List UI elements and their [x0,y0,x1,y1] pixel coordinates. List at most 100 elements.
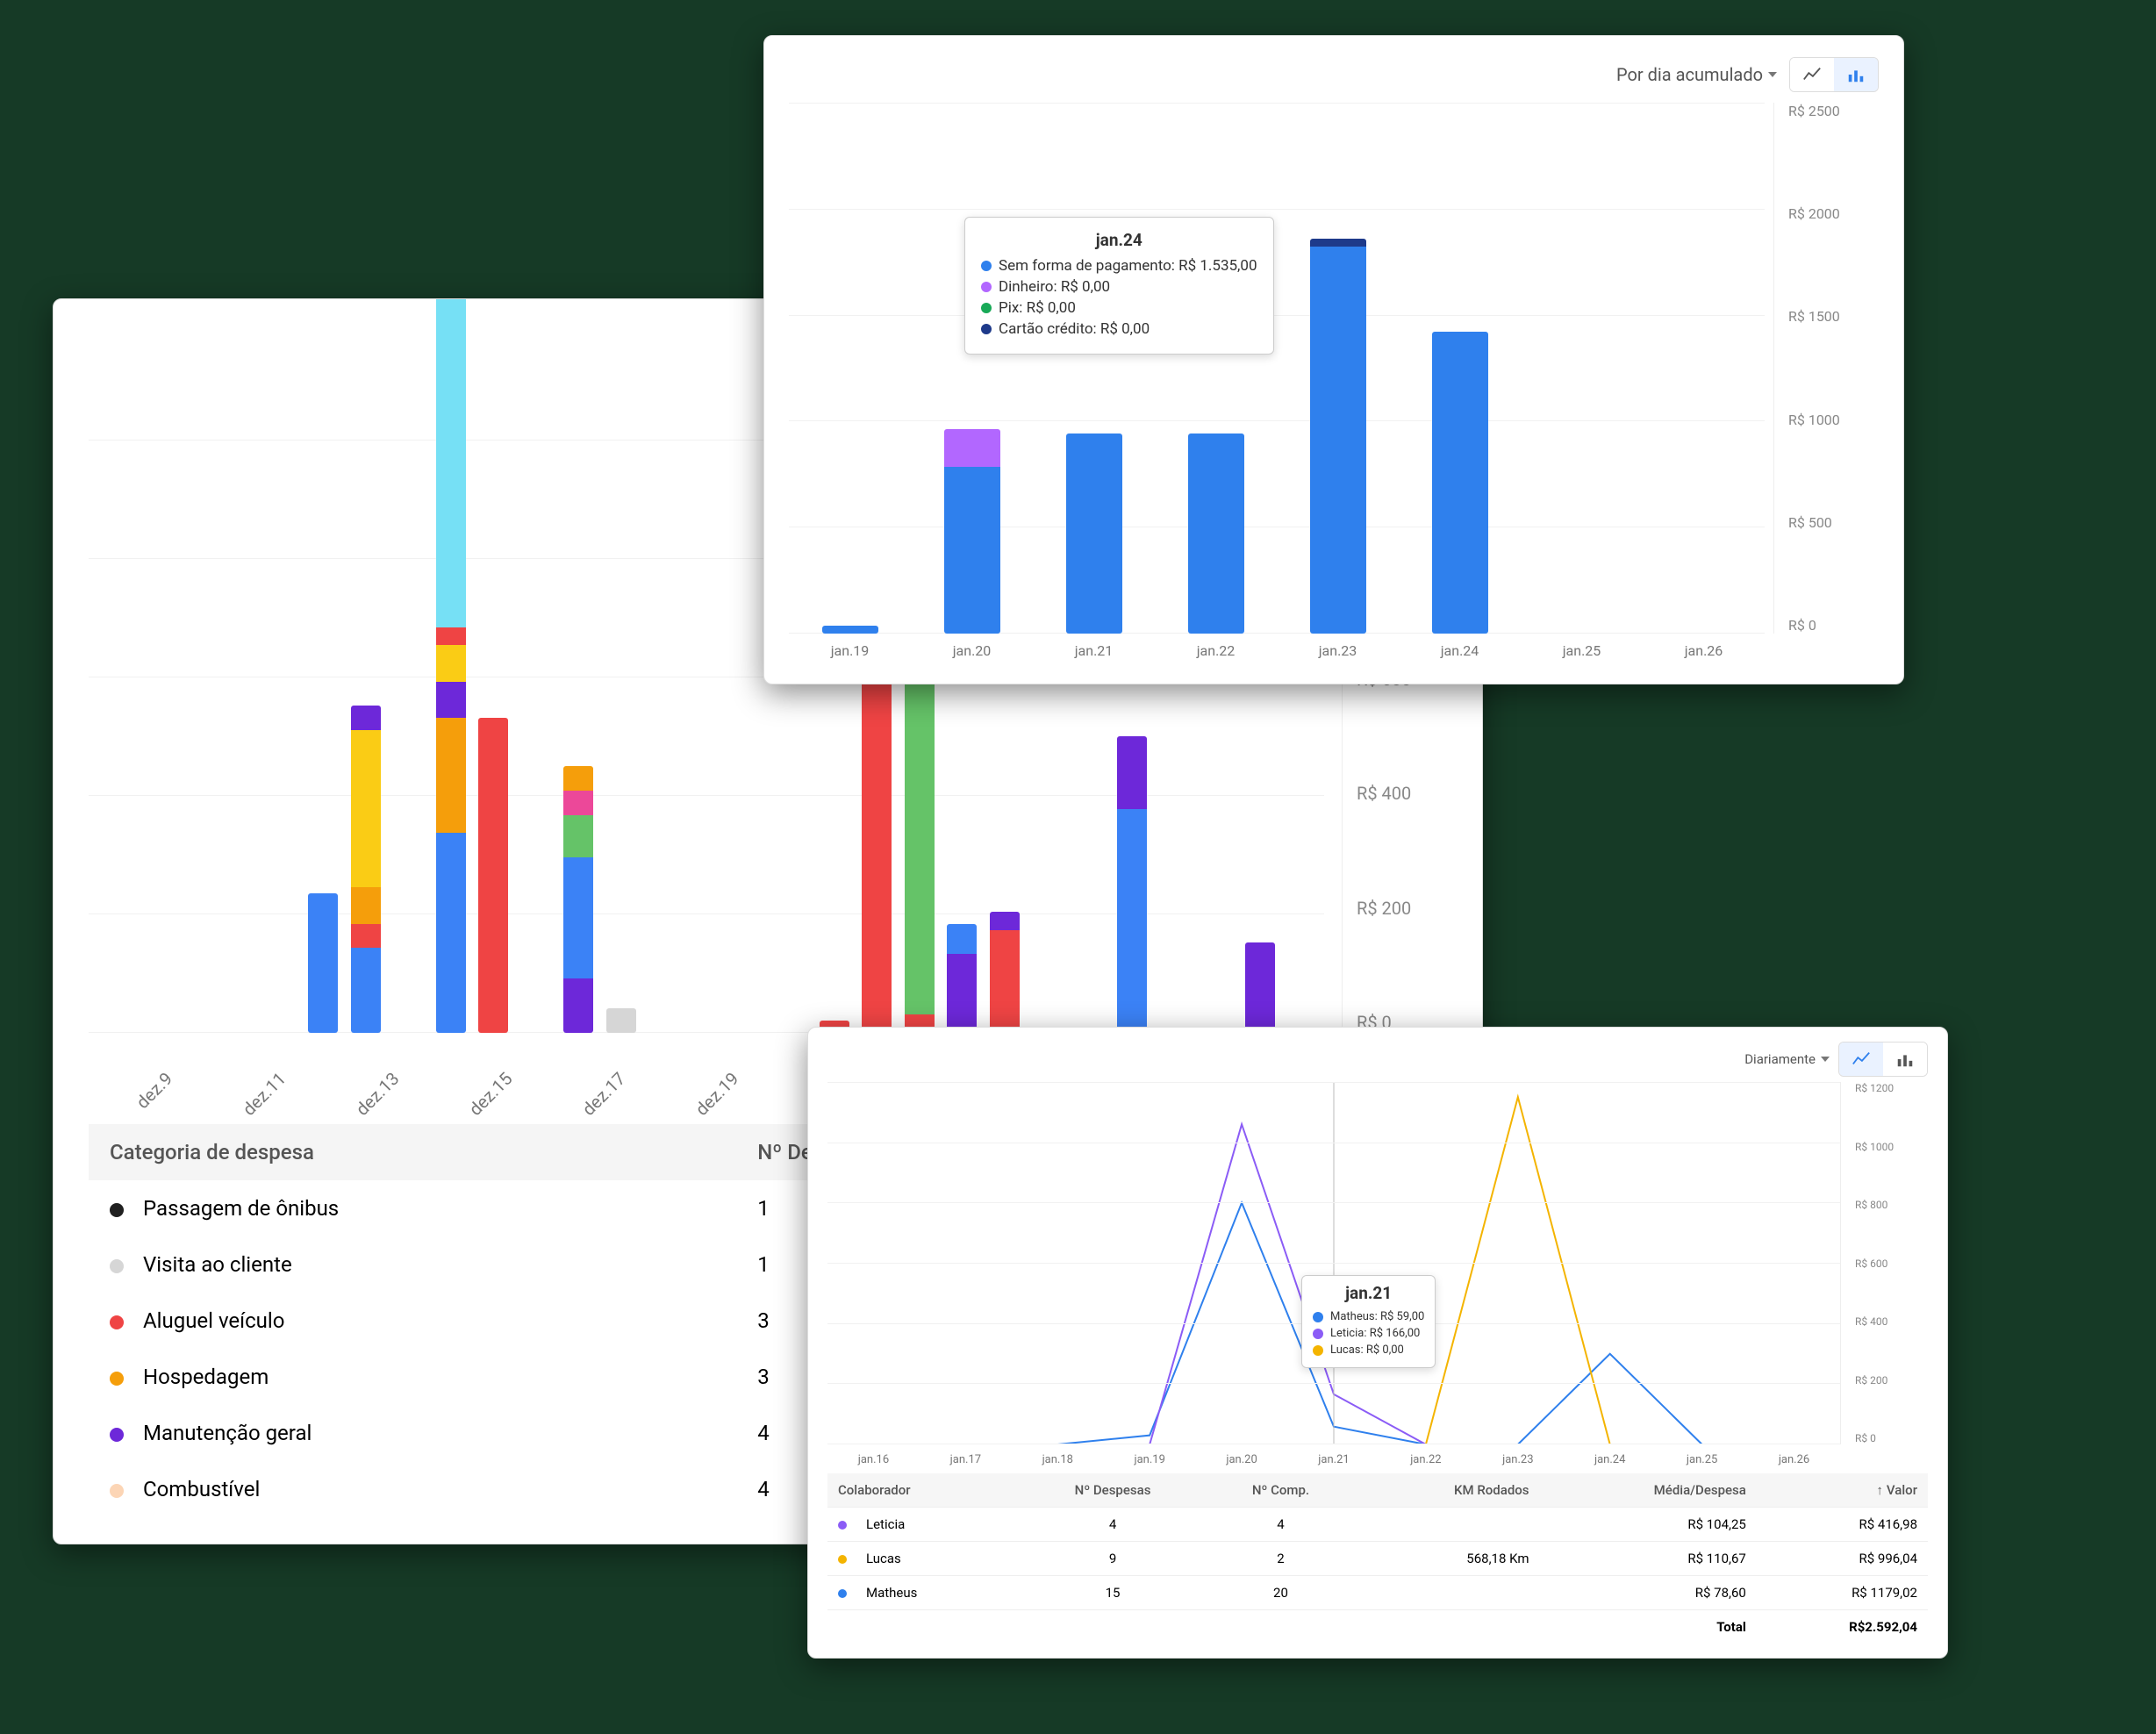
x-axis-ticks: jan.16jan.17jan.18jan.19jan.20jan.21jan.… [827,1444,1928,1470]
line-chart-icon [1852,1050,1871,1069]
collaborator-name: Lucas [866,1551,901,1566]
bar-jan.2[interactable] [1117,736,1147,1033]
category-name: Aluguel veículo [143,1308,284,1333]
sort-asc-icon: ↑ [1876,1482,1883,1498]
bar-chart-icon [1895,1050,1915,1069]
line-chart-toggle[interactable] [1839,1043,1883,1076]
category-dot-icon [110,1315,124,1329]
period-dropdown[interactable]: Por dia acumulado [1616,64,1777,85]
collaborator-dot-icon [838,1555,847,1564]
bar-jan.5[interactable] [1245,942,1275,1034]
bar-dez.14[interactable] [308,893,338,1033]
chart-tooltip: jan.21 Matheus: R$ 59,00 Leticia: R$ 166,0… [1301,1275,1436,1368]
chart-type-toggle [1838,1042,1928,1077]
card-accumulated-by-payment: Por dia acumulado jan.24Sem forma de pag… [763,35,1904,684]
bar-dez.29[interactable] [947,924,977,1033]
tooltip-title: jan.24 [981,230,1257,250]
tooltip-title: jan.21 [1313,1283,1424,1303]
tooltip-row: Matheus: R$ 59,00 [1313,1310,1424,1323]
collaborator-row[interactable]: Leticia 44 R$ 104,25R$ 416,98 [827,1508,1928,1542]
series-dot-icon [981,282,992,292]
tooltip-row: Dinheiro: R$ 0,00 [981,278,1257,296]
col-ncomp[interactable]: Nº Comp. [1206,1473,1356,1508]
total-valor: R$2.592,04 [1757,1610,1928,1644]
tooltip-row: Cartão crédito: R$ 0,00 [981,320,1257,338]
cell-ncomp: 20 [1206,1576,1356,1610]
category-name: Combustível [143,1477,260,1501]
cell-ndespesas: 4 [1020,1508,1206,1542]
bar-chart-toggle[interactable] [1883,1043,1927,1076]
collaborator-name: Leticia [866,1516,905,1532]
category-dot-icon [110,1428,124,1442]
col-media[interactable]: Média/Despesa [1540,1473,1757,1508]
cell-km [1356,1576,1540,1610]
total-row: TotalR$2.592,04 [827,1610,1928,1644]
dropdown-label: Diariamente [1744,1051,1816,1067]
cell-ncomp: 2 [1206,1542,1356,1576]
col-ndespesas[interactable]: Nº Despesas [1020,1473,1206,1508]
collaborator-dot-icon [838,1589,847,1598]
chevron-down-icon [1821,1057,1830,1062]
bar-jan.24[interactable] [1432,332,1488,634]
accumulated-bar-chart: jan.24Sem forma de pagamento: R$ 1.535,0… [789,103,1879,634]
y-axis-ticks: R$ 1200R$ 1000R$ 800R$ 600R$ 400R$ 200R$… [1840,1082,1928,1444]
collaborator-line-chart: jan.21 Matheus: R$ 59,00 Leticia: R$ 166,0… [827,1082,1928,1444]
cell-km [1356,1508,1540,1542]
line-chart-toggle[interactable] [1790,58,1834,91]
col-valor[interactable]: ↑Valor [1757,1473,1928,1508]
col-km[interactable]: KM Rodados [1356,1473,1540,1508]
dropdown-label: Por dia acumulado [1616,64,1763,85]
bar-jan.22[interactable] [1188,434,1244,634]
bar-chart-toggle[interactable] [1834,58,1878,91]
collaborator-name: Matheus [866,1585,917,1601]
x-axis-ticks: jan.19jan.20jan.21jan.22jan.23jan.24jan.… [789,634,1879,663]
bar-jan.21[interactable] [1066,434,1122,634]
category-name: Hospedagem [143,1365,269,1389]
chart-tooltip: jan.24Sem forma de pagamento: R$ 1.535,0… [964,217,1274,355]
cell-ncomp: 4 [1206,1508,1356,1542]
collaborator-dot-icon [838,1521,847,1530]
category-name: Manutenção geral [143,1421,312,1445]
card-by-collaborator: Diariamente jan.21 Matheus: R$ 59,00 Letic… [807,1027,1948,1659]
cell-valor: R$ 996,04 [1757,1542,1928,1576]
cell-ndespesas: 9 [1020,1542,1206,1576]
bar-dez.15[interactable] [351,706,381,1033]
cell-media: R$ 78,60 [1540,1576,1757,1610]
category-name: Visita ao cliente [143,1252,292,1277]
series-dot-icon [1313,1345,1323,1356]
cell-ndespesas: 15 [1020,1576,1206,1610]
y-axis-ticks: R$ 2500R$ 2000R$ 1500R$ 1000R$ 500R$ 0 [1773,103,1879,634]
col-category[interactable]: Categoria de despesa [89,1124,736,1180]
series-dot-icon [1313,1312,1323,1322]
bar-dez.28[interactable] [905,651,935,1033]
cell-valor: R$ 1179,02 [1757,1576,1928,1610]
bar-jan.20[interactable] [944,429,1000,634]
cell-km: 568,18 Km [1356,1542,1540,1576]
category-dot-icon [110,1203,124,1217]
series-dot-icon [981,261,992,271]
bar-dez.20[interactable] [563,766,593,1033]
series-dot-icon [981,303,992,313]
bar-chart-icon [1846,65,1866,84]
tooltip-row: Pix: R$ 0,00 [981,299,1257,317]
bar-dez.17[interactable] [436,298,466,1033]
tooltip-row: Leticia: R$ 166,00 [1313,1327,1424,1340]
total-label: Total [1540,1610,1757,1644]
tooltip-row: Lucas: R$ 0,00 [1313,1343,1424,1357]
category-name: Passagem de ônibus [143,1196,339,1221]
line-chart-icon [1802,65,1822,84]
chart-type-toggle [1789,57,1879,92]
bar-dez.30[interactable] [990,912,1020,1033]
bar-dez.21[interactable] [606,1008,636,1033]
collaborator-row[interactable]: Matheus 1520 R$ 78,60R$ 1179,02 [827,1576,1928,1610]
cell-valor: R$ 416,98 [1757,1508,1928,1542]
cell-media: R$ 104,25 [1540,1508,1757,1542]
series-dot-icon [981,324,992,334]
period-dropdown[interactable]: Diariamente [1744,1051,1830,1067]
col-colaborador[interactable]: Colaborador [827,1473,1020,1508]
bar-dez.18[interactable] [478,718,508,1033]
bar-jan.19[interactable] [822,626,878,634]
bar-jan.23[interactable] [1310,239,1366,634]
category-dot-icon [110,1372,124,1386]
collaborator-row[interactable]: Lucas92568,18 KmR$ 110,67R$ 996,04 [827,1542,1928,1576]
